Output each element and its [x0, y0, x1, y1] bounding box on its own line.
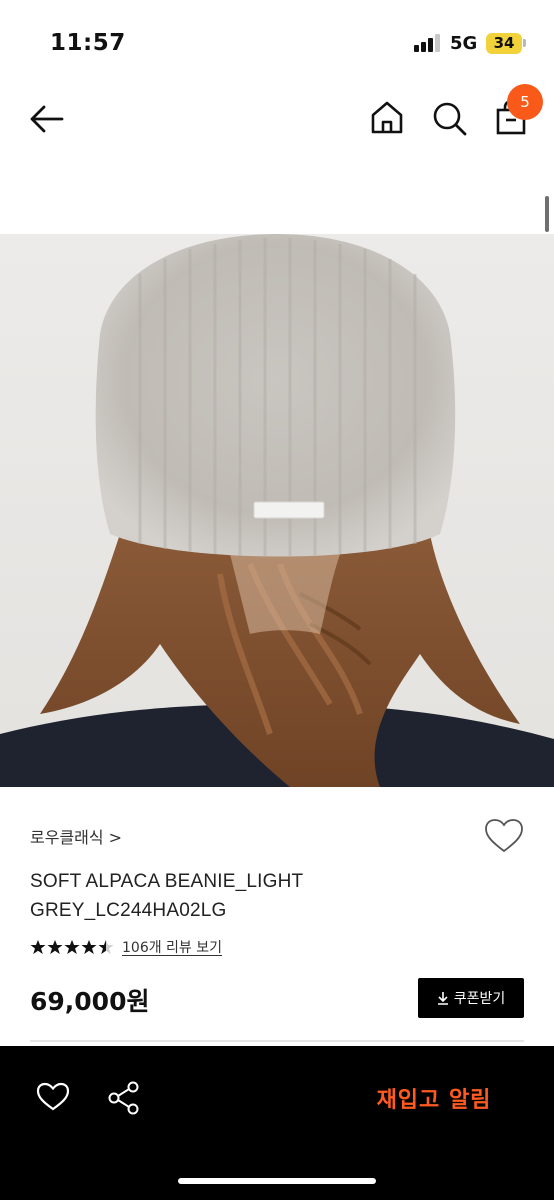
rating-row: 106개 리뷰 보기 — [30, 937, 222, 957]
status-bar: 11:57 5G 34 — [0, 0, 554, 88]
product-image[interactable] — [0, 234, 554, 787]
star-icon — [64, 940, 80, 954]
bottom-action-bar: 재입고 알림 — [0, 1046, 554, 1200]
arrow-left-icon — [30, 105, 64, 133]
battery-tip — [523, 39, 526, 47]
signal-icon — [414, 34, 440, 52]
search-button[interactable] — [430, 98, 468, 138]
network-type: 5G — [450, 33, 478, 54]
home-button[interactable] — [368, 98, 406, 138]
coupon-button[interactable]: 쿠폰받기 — [418, 978, 524, 1018]
star-icon — [98, 940, 114, 954]
star-icon — [81, 940, 97, 954]
share-icon — [108, 1081, 139, 1115]
divider — [30, 1040, 524, 1042]
product-photo — [0, 234, 554, 787]
share-button[interactable] — [106, 1080, 142, 1116]
download-icon — [437, 992, 448, 1005]
rating-stars — [30, 939, 114, 955]
battery-icon: 34 — [486, 33, 522, 54]
restock-alert-button[interactable]: 재입고 알림 — [354, 1076, 514, 1120]
product-price: 69,000원 — [30, 987, 150, 1016]
wishlist-button[interactable] — [484, 818, 524, 854]
product-title: SOFT ALPACA BEANIE_LIGHT GREY_LC244HA02L… — [30, 871, 304, 921]
review-link[interactable]: 106개 리뷰 보기 — [122, 937, 222, 957]
home-icon — [371, 101, 403, 134]
star-icon — [47, 940, 63, 954]
scrollbar[interactable] — [545, 196, 549, 232]
like-button[interactable] — [36, 1082, 70, 1112]
status-time: 11:57 — [50, 30, 126, 56]
star-icon — [30, 940, 46, 954]
home-indicator — [178, 1178, 376, 1184]
heart-outline-icon — [485, 819, 523, 853]
coupon-label: 쿠폰받기 — [453, 991, 506, 1007]
search-icon — [433, 102, 467, 136]
back-button[interactable] — [26, 98, 68, 140]
app-header — [0, 88, 554, 152]
cart-count-badge: 5 — [507, 84, 543, 120]
heart-icon — [36, 1082, 70, 1111]
brand-link[interactable]: 로우클래식 > — [30, 824, 122, 848]
